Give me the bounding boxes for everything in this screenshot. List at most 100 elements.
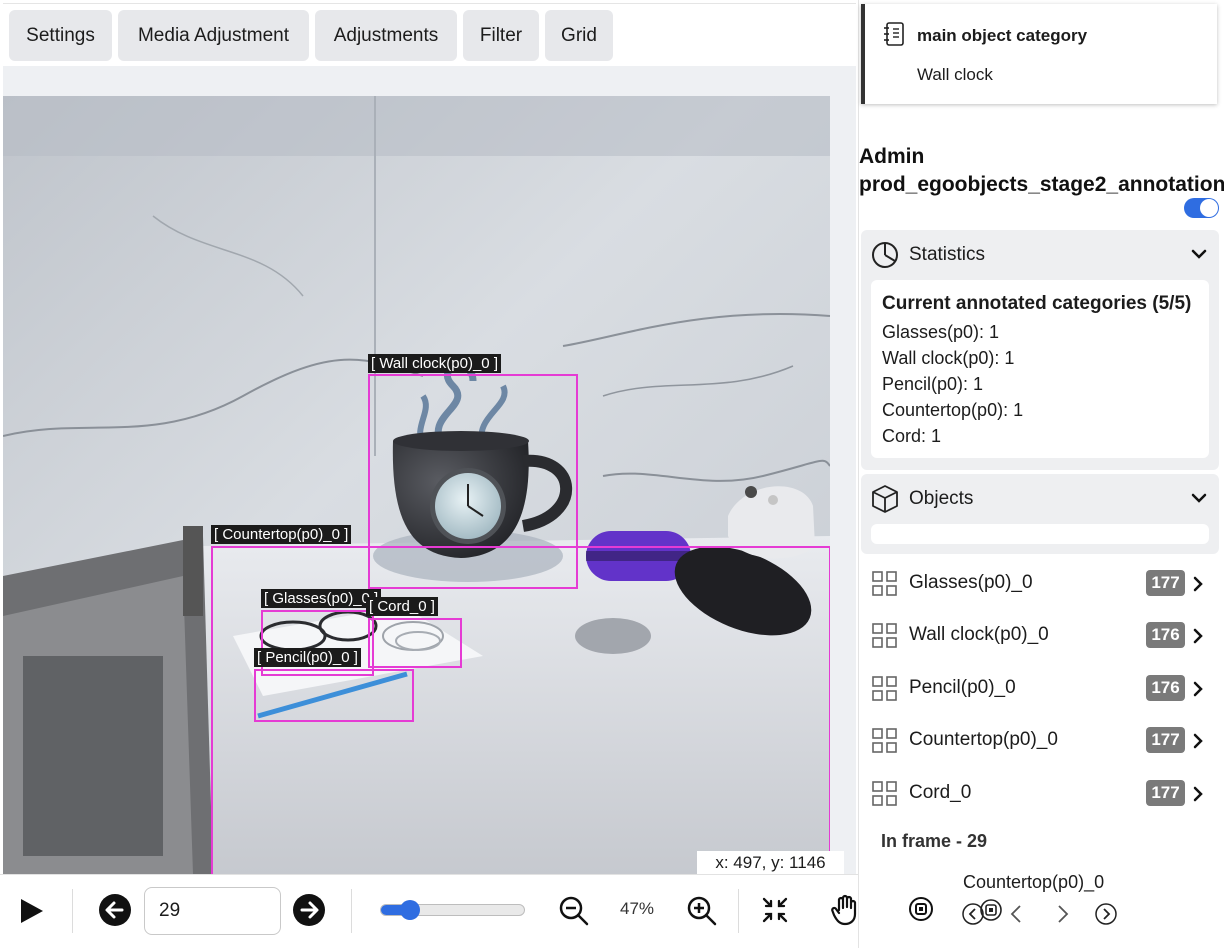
previous-frame-button[interactable] [98,893,132,927]
notebook-icon [884,22,904,46]
object-count-badge: 177 [1146,727,1185,753]
chevron-down-icon [1191,249,1207,259]
object-row[interactable]: Wall clock(p0)_0 176 [859,610,1224,662]
grid-icon [872,728,897,753]
main-category-value: Wall clock [917,65,993,84]
object-row[interactable]: Cord_0 177 [859,768,1224,820]
keyframe-icon [909,897,933,921]
play-button[interactable] [16,895,48,927]
project-title: Admin prod_egoobjects_stage2_annotation [859,143,1224,199]
project-owner: Admin [859,145,925,168]
annotation-canvas[interactable]: [ Wall clock(p0)_0 ] [ Countertop(p0)_0 … [3,66,856,874]
chevron-right-icon [1058,905,1069,923]
object-name: Pencil(p0)_0 [909,677,1016,698]
circle-chevron-right-icon [1095,903,1117,925]
minimize-arrows-icon [762,897,788,923]
bbox-label-pencil: [ Pencil(p0)_0 ] [254,648,361,667]
cube-icon [872,485,898,513]
main-category-card: main object category Wall clock [861,4,1217,104]
divider [738,889,739,933]
next-keyframe-button[interactable] [1052,902,1074,926]
stat-line: Countertop(p0): 1 [882,400,1024,420]
arrow-left-circle-icon [99,894,131,926]
object-name: Cord_0 [909,782,972,803]
main-category-title: main object category [917,26,1088,45]
timeline-slider[interactable] [380,900,525,920]
cursor-coordinates: x: 497, y: 1146 [697,851,844,874]
stat-line: Pencil(p0): 1 [882,374,984,394]
fit-to-screen-button[interactable] [760,895,790,925]
statistics-section: Statistics Current annotated categories … [861,230,1219,470]
zoom-out-button[interactable] [558,895,590,927]
objects-section: Objects [861,474,1219,554]
object-name: Wall clock(p0)_0 [909,624,1049,645]
divider [72,889,73,933]
right-panel: main object category Wall clock Admin pr… [858,0,1224,948]
object-name: Countertop(p0)_0 [909,729,1058,750]
top-toolbar: Settings Media Adjustment Adjustments Fi… [3,3,856,65]
video-frame[interactable]: [ Wall clock(p0)_0 ] [ Countertop(p0)_0 … [3,96,830,874]
object-count-badge: 177 [1146,570,1185,596]
bbox-label-cord: [ Cord_0 ] [366,597,438,616]
object-count-badge: 176 [1146,622,1185,648]
pie-chart-icon [872,242,898,268]
divider [351,889,352,933]
keyframe-icon [980,899,1002,921]
in-frame-label: In frame - 29 [881,831,988,851]
statistics-header[interactable]: Statistics [861,230,1219,280]
play-icon [21,899,43,923]
hand-icon [831,894,857,926]
arrow-right-circle-icon [293,894,325,926]
bbox-label-glasses: [ Glasses(p0)_0 ] [261,589,382,608]
objects-title: Objects [909,488,974,509]
playback-toolbar: 29 47% [0,874,883,948]
next-frame-button[interactable] [292,893,326,927]
tab-settings[interactable]: Settings [9,10,112,61]
frame-number-input[interactable]: 29 [144,887,281,935]
object-name: Glasses(p0)_0 [909,572,1033,593]
tab-media-adjustment[interactable]: Media Adjustment [118,10,309,61]
chevron-right-icon [1193,576,1203,592]
grid-icon [872,571,897,596]
bbox-label-countertop: [ Countertop(p0)_0 ] [211,525,352,544]
chevron-right-icon [1193,733,1203,749]
bbox-label-wall-clock: [ Wall clock(p0)_0 ] [368,354,501,373]
stat-line: Wall clock(p0): 1 [882,348,1015,368]
objects-header[interactable]: Objects [861,474,1219,524]
project-toggle[interactable] [1184,198,1219,218]
grid-icon [872,623,897,648]
keyframe-toggle-button[interactable] [908,896,934,922]
chevron-left-icon [1010,905,1021,923]
object-row[interactable]: Countertop(p0)_0 177 [859,715,1224,767]
stat-line: Cord: 1 [882,426,942,446]
chevron-right-icon [1193,628,1203,644]
statistics-heading: Current annotated categories (5/5) [882,293,1192,314]
statistics-content: Current annotated categories (5/5) Glass… [871,280,1209,458]
slider-thumb[interactable] [399,900,420,920]
zoom-in-icon [687,896,717,926]
tab-adjustments[interactable]: Adjustments [315,10,457,61]
objects-filter-input[interactable] [871,524,1209,544]
last-keyframe-button[interactable] [1094,902,1118,926]
statistics-title: Statistics [909,244,986,265]
object-count-badge: 177 [1146,780,1185,806]
tab-filter[interactable]: Filter [463,10,539,61]
zoom-in-button[interactable] [686,895,718,927]
grid-icon [872,781,897,806]
stat-line: Glasses(p0): 1 [882,322,1000,342]
keyframe-button[interactable] [979,898,1003,922]
bbox-pencil[interactable] [254,669,414,722]
chevron-right-icon [1193,681,1203,697]
zoom-out-icon [559,896,589,926]
project-name: prod_egoobjects_stage2_annotation [859,173,1224,196]
bbox-cord[interactable] [368,618,462,668]
previous-keyframe-button[interactable] [1005,902,1027,926]
grid-icon [872,676,897,701]
object-row[interactable]: Pencil(p0)_0 176 [859,663,1224,715]
chevron-down-icon [1191,493,1207,503]
toggle-knob [1200,199,1218,217]
zoom-level: 47% [619,899,655,918]
chevron-right-icon [1193,786,1203,802]
tab-grid[interactable]: Grid [545,10,613,61]
object-row[interactable]: Glasses(p0)_0 177 [859,558,1224,610]
